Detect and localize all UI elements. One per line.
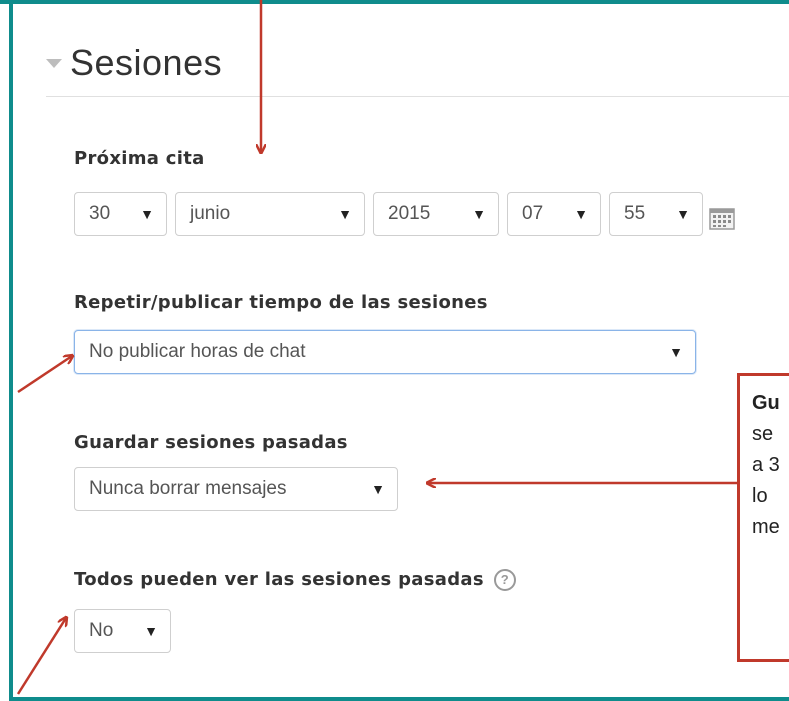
arrow-to-everyone-sees xyxy=(16,618,66,695)
annotation-arrows xyxy=(16,0,737,695)
arrow-to-repeat-sessions xyxy=(17,356,72,394)
